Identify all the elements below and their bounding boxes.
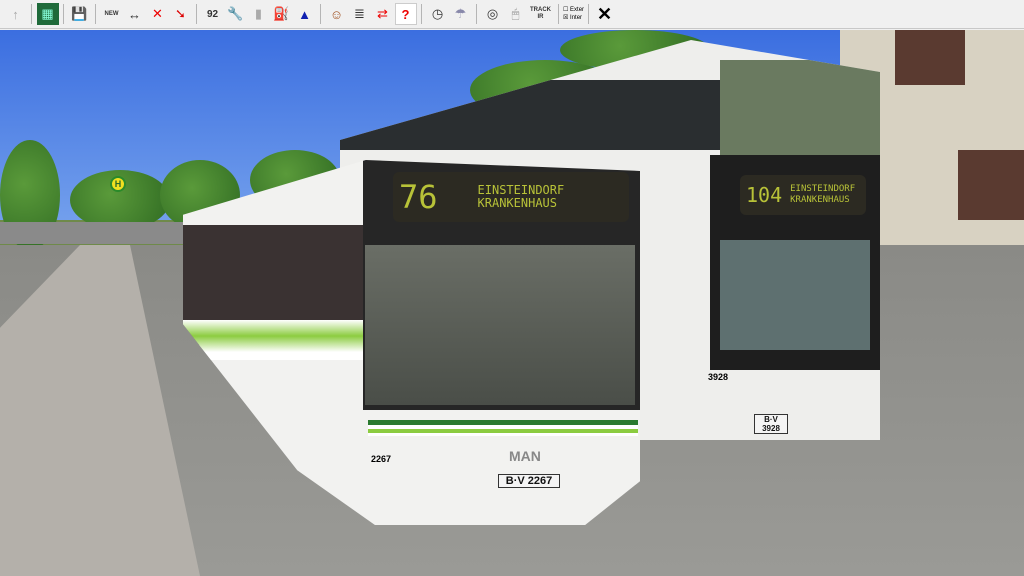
weather-icon[interactable]: ☂ <box>450 3 472 25</box>
camera-options: ☐ Exter ☒ Inter <box>563 6 584 22</box>
dest-line2: KRANKENHAUS <box>477 196 558 210</box>
green-stripe <box>183 320 363 360</box>
up-arrow-icon[interactable]: ↑ <box>5 3 27 25</box>
delete-bus-icon[interactable]: ✕ <box>147 3 169 25</box>
close-icon[interactable]: ✕ <box>594 3 616 25</box>
license-plate: B·V 3928 <box>754 414 788 434</box>
separator <box>558 4 559 24</box>
label: Inter <box>570 15 583 21</box>
help-icon[interactable]: ? <box>394 3 417 25</box>
bus-stop-sign: H <box>110 176 126 192</box>
separator <box>320 4 321 24</box>
house-window <box>895 30 965 85</box>
trackir-icon[interactable]: TRACK IR <box>528 3 554 25</box>
wrench-icon[interactable]: 🔧 <box>225 3 247 25</box>
fleet-number: 2267 <box>371 454 392 464</box>
map-icon[interactable]: ▦ <box>36 3 59 25</box>
label: Exter <box>570 7 585 13</box>
front-stripes <box>368 420 638 436</box>
upper-windows <box>340 80 720 150</box>
house-window <box>958 150 1024 220</box>
mouse-icon[interactable]: 🖱 <box>505 3 527 25</box>
separator <box>476 4 477 24</box>
bell-icon[interactable]: ▲ <box>294 3 316 25</box>
destination-text: EINSTEINDORF KRANKENHAUS <box>790 184 855 206</box>
separator <box>95 4 96 24</box>
new-bus-icon[interactable]: NEW <box>101 3 123 25</box>
brand-logo: MAN <box>509 448 541 464</box>
bus-grey-icon[interactable]: ▮ <box>248 3 270 25</box>
separator <box>196 4 197 24</box>
steering-wheel-icon[interactable]: ◎ <box>482 3 504 25</box>
dest-line1: EINSTEINDORF <box>790 184 856 194</box>
front-upper-window <box>720 60 880 155</box>
separator <box>421 4 422 24</box>
clock-icon[interactable]: ◷ <box>427 3 449 25</box>
separator <box>63 4 64 24</box>
route-number: 76 <box>399 178 438 216</box>
fuel-icon[interactable]: ⛽ <box>271 3 293 25</box>
separator <box>31 4 32 24</box>
move-bus-icon[interactable]: ↔ <box>124 3 146 25</box>
timetable-icon[interactable]: 92 <box>202 3 224 25</box>
destination-text: EINSTEINDORF KRANKENHAUS <box>478 184 565 210</box>
route-number: 104 <box>746 183 783 207</box>
windshield <box>720 240 870 350</box>
separator <box>588 4 590 24</box>
document-icon[interactable]: ≣ <box>349 3 371 25</box>
windshield <box>365 245 635 405</box>
camera-inter-checkbox[interactable]: ☒ Inter <box>563 14 584 22</box>
dest-line2: KRANKENHAUS <box>790 195 850 205</box>
save-icon[interactable]: 💾 <box>69 3 91 25</box>
fence <box>0 222 190 244</box>
toolbar: ↑ ▦ 💾 NEW ↔ ✕ ➘ 92 🔧 ▮ ⛽ ▲ ☺ ≣ ⇄ ? ◷ ☂ ◎… <box>0 0 1024 29</box>
pointer-icon[interactable]: ➘ <box>170 3 192 25</box>
license-plate: B·V 2267 <box>498 474 560 488</box>
driver-icon[interactable]: ☺ <box>326 3 348 25</box>
camera-exter-checkbox[interactable]: ☐ Exter <box>563 6 584 14</box>
destination-display: 104 EINSTEINDORF KRANKENHAUS <box>740 175 866 215</box>
swap-driver-icon[interactable]: ⇄ <box>372 3 394 25</box>
destination-display: 76 EINSTEINDORF KRANKENHAUS <box>393 172 629 222</box>
fleet-number: 3928 <box>708 372 729 382</box>
game-viewport[interactable]: H 104 EINSTEINDORF KRANKENHAUS 3928 B·V … <box>0 30 1024 576</box>
